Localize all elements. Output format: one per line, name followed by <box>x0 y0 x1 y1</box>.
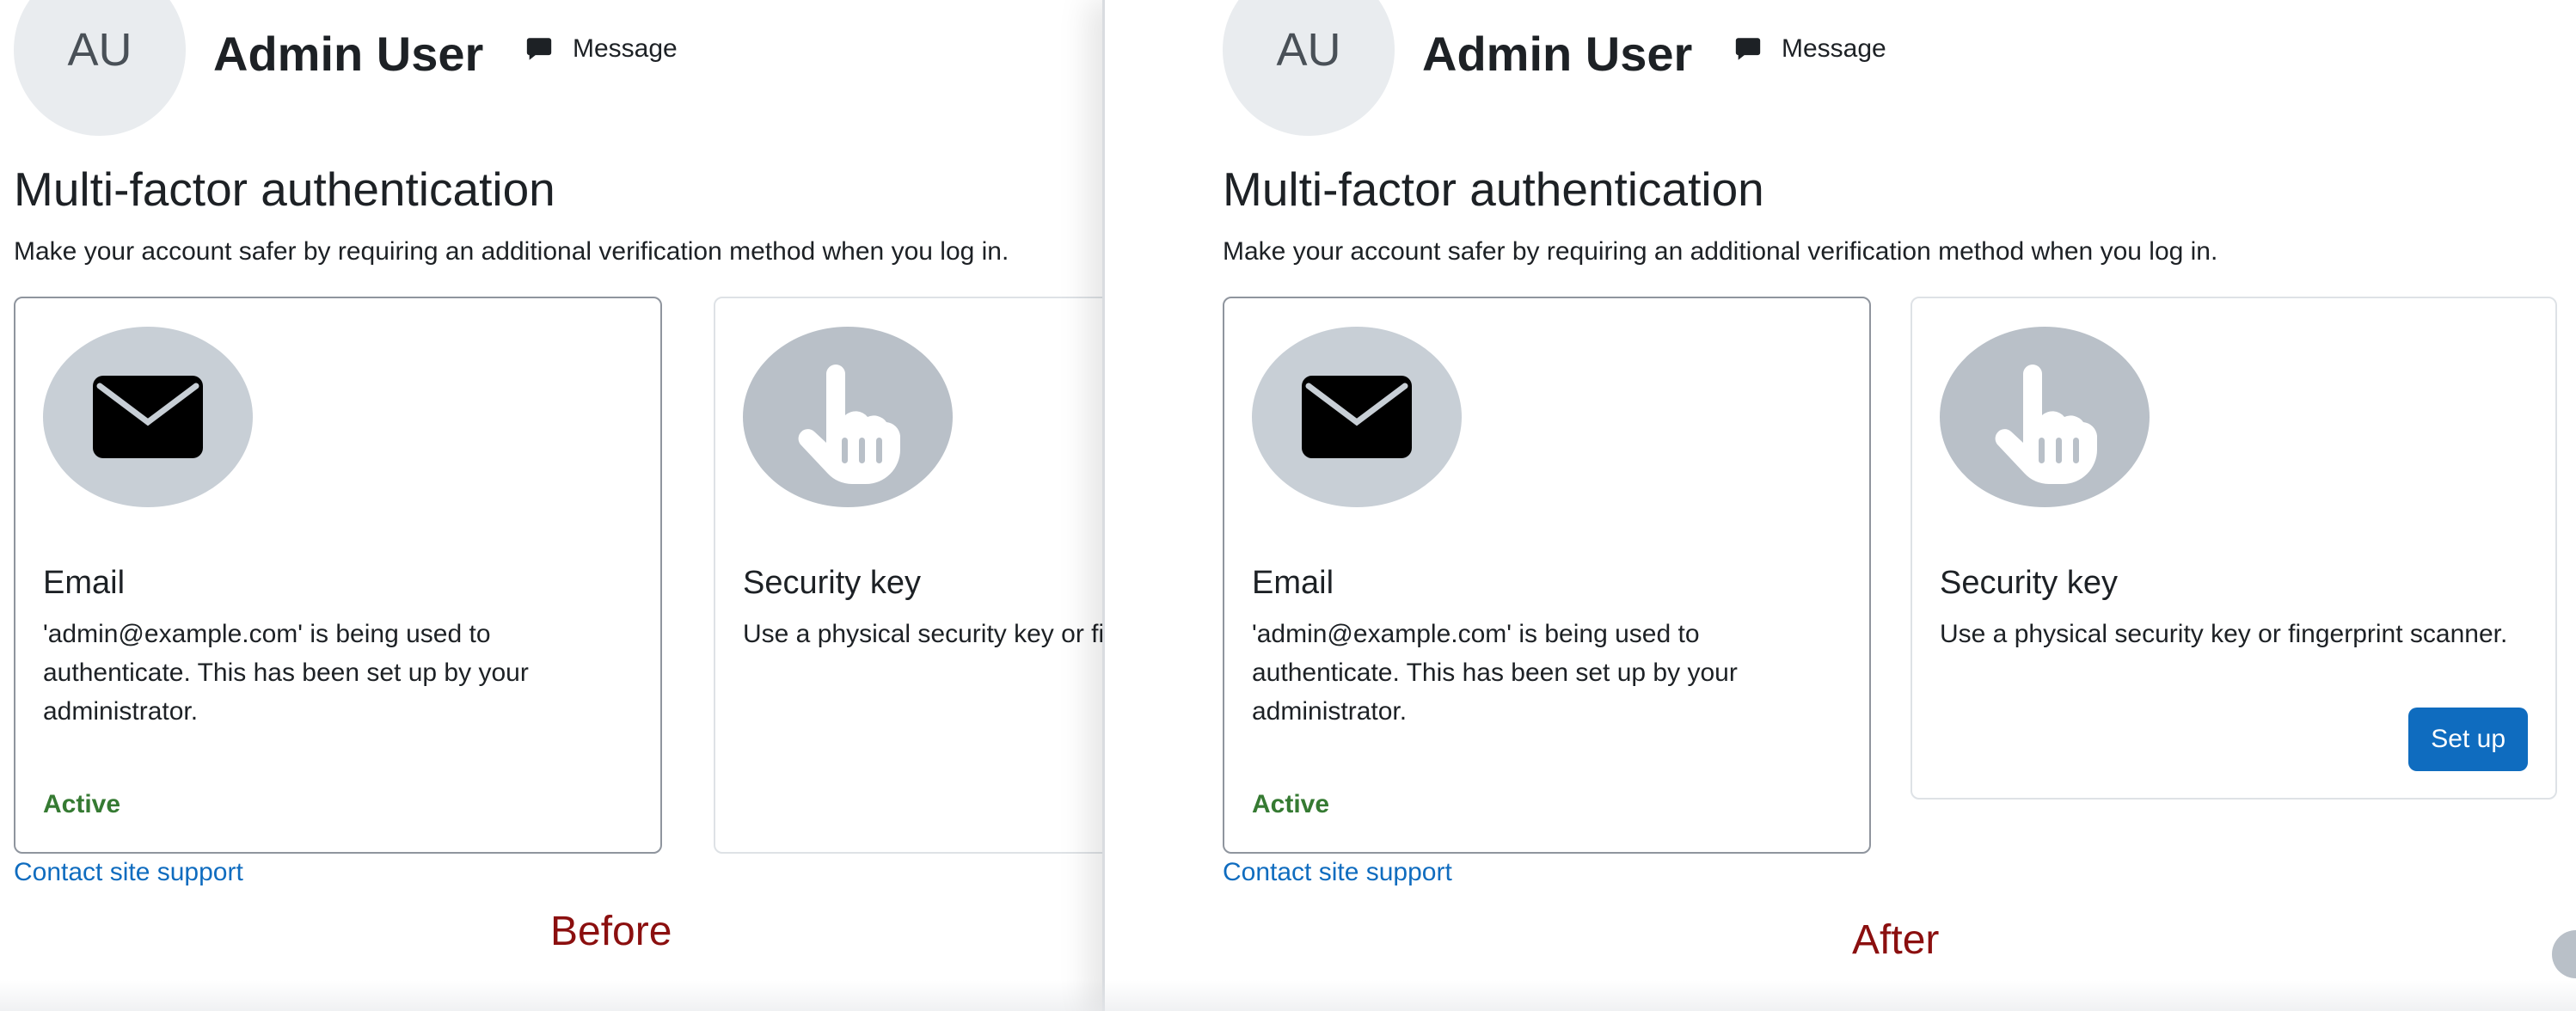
hand-pointer-icon <box>1995 365 2097 485</box>
status-badge: Active <box>43 790 121 818</box>
user-header: AU Admin User Message <box>14 0 1046 138</box>
before-pane: AU Admin User Message Multi-factor authe… <box>0 0 1102 1011</box>
setup-button[interactable]: Set up <box>2408 708 2528 771</box>
user-name: Admin User <box>1422 27 1693 81</box>
message-button[interactable]: Message <box>1733 34 1886 64</box>
page-title: Multi-factor authentication <box>1223 162 1764 216</box>
page-title: Multi-factor authentication <box>14 162 555 216</box>
avatar: AU <box>1223 0 1395 136</box>
message-icon <box>526 38 552 60</box>
hand-pointer-icon <box>798 365 900 485</box>
contact-support-link[interactable]: Contact site support <box>1223 858 1452 887</box>
security-key-card: Security key Use a physical security key… <box>714 297 1102 854</box>
email-card: Email 'admin@example.com' is being used … <box>1223 297 1871 854</box>
before-label: Before <box>550 909 672 954</box>
security-key-card-text: Use a physical security key or fingerpri… <box>1940 620 2508 648</box>
scroll-to-top-button[interactable] <box>2552 930 2576 978</box>
user-header: AU Admin User Message <box>1223 0 2254 138</box>
security-key-card-text: Use a physical security key or fingerpri… <box>743 620 1102 648</box>
after-label: After <box>1852 917 1940 963</box>
envelope-icon <box>93 376 203 458</box>
email-icon-circle <box>1252 327 1462 507</box>
security-key-card-title: Security key <box>743 565 921 601</box>
email-icon-circle <box>43 327 253 507</box>
email-card-title: Email <box>1252 565 1334 601</box>
bottom-fade <box>0 980 1102 1011</box>
message-icon <box>1735 38 1761 60</box>
contact-support-link[interactable]: Contact site support <box>14 858 243 887</box>
email-card-title: Email <box>43 565 126 601</box>
message-label: Message <box>573 34 678 63</box>
user-name: Admin User <box>213 27 484 81</box>
avatar: AU <box>14 0 186 136</box>
security-key-card-title: Security key <box>1940 565 2118 601</box>
page-description: Make your account safer by requiring an … <box>1223 237 2218 266</box>
envelope-icon <box>1302 376 1412 458</box>
status-badge: Active <box>1252 790 1330 818</box>
security-key-icon-circle <box>743 327 953 507</box>
message-label: Message <box>1782 34 1886 63</box>
security-key-icon-circle <box>1940 327 2150 507</box>
message-button[interactable]: Message <box>524 34 678 64</box>
email-card: Email 'admin@example.com' is being used … <box>14 297 662 854</box>
email-card-text: 'admin@example.com' is being used to aut… <box>1252 620 1738 726</box>
page-description: Make your account safer by requiring an … <box>14 237 1009 266</box>
security-key-card: Security key Use a physical security key… <box>1911 297 2557 800</box>
email-card-text: 'admin@example.com' is being used to aut… <box>43 620 529 726</box>
after-pane: AU Admin User Message Multi-factor authe… <box>1102 0 2576 1011</box>
bottom-fade <box>1102 980 2576 1011</box>
